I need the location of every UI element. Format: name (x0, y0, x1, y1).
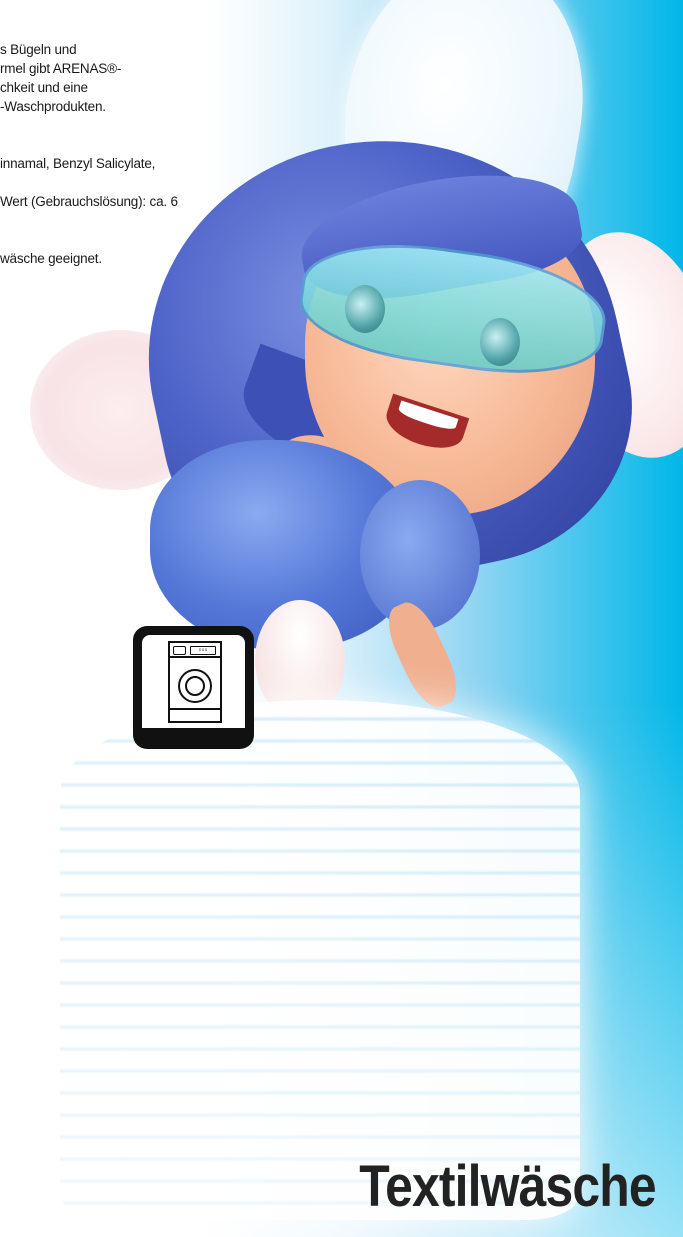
washing-machine-icon: ▫▫▫ (133, 626, 254, 749)
machine-door (178, 669, 212, 703)
fairy-eye-right (480, 318, 520, 366)
text-line: s Bügeln und (0, 42, 77, 57)
fairy-eye-left (345, 285, 385, 333)
text-line: Wert (Gebrauchslösung): ca. 6 (0, 194, 178, 209)
text-line: rmel gibt ARENAS®- (0, 61, 122, 76)
text-line: -Waschprodukten. (0, 99, 106, 114)
machine-drawer (173, 646, 186, 655)
text-line: innamal, Benzyl Salicylate, (0, 156, 156, 171)
text-line: wäsche geeignet. (0, 251, 102, 266)
text-line: chkeit und eine (0, 80, 88, 95)
product-description: s Bügeln und rmel gibt ARENAS®- chkeit u… (0, 40, 290, 268)
page-title: Textilwäsche (359, 1154, 657, 1219)
machine-display: ▫▫▫ (190, 646, 216, 655)
machine-body: ▫▫▫ (168, 641, 222, 723)
fairy-sleeve (360, 480, 480, 630)
